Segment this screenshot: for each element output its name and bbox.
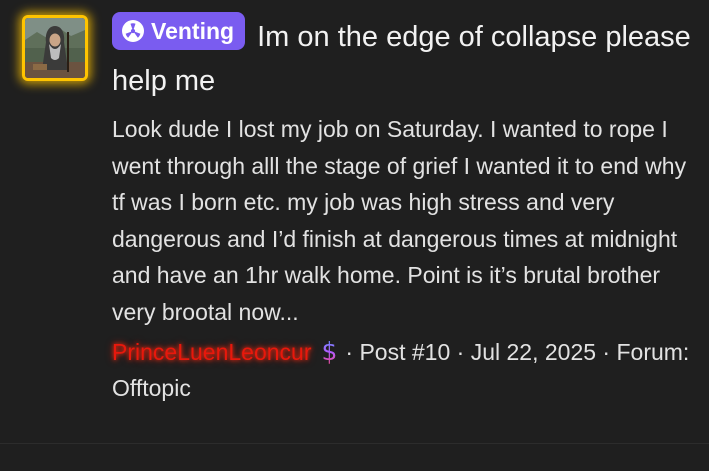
post-meta: PrinceLuenLeoncur $ · Post #10 · Jul 22, 2… (112, 334, 702, 406)
meta-separator: · (345, 339, 354, 365)
meta-separator: · (602, 339, 611, 365)
post-title-line[interactable]: Venting Im on the edge of collapse pleas… (112, 12, 702, 103)
radiation-icon (122, 20, 144, 42)
author-username[interactable]: PrinceLuenLeoncur (112, 339, 311, 365)
venting-badge[interactable]: Venting (112, 12, 246, 50)
post-number: Post #10 (359, 339, 451, 365)
avatar[interactable] (22, 15, 88, 81)
dollar-icon: $ (321, 334, 337, 370)
avatar-image (25, 18, 85, 78)
meta-separator: · (456, 339, 465, 365)
search-result-post: Venting Im on the edge of collapse pleas… (0, 0, 709, 444)
badge-label: Venting (151, 18, 235, 44)
post-date: Jul 22, 2025 (470, 339, 597, 365)
post-content: Venting Im on the edge of collapse pleas… (112, 12, 702, 406)
post-snippet: Look dude I lost my job on Saturday. I w… (112, 116, 687, 325)
